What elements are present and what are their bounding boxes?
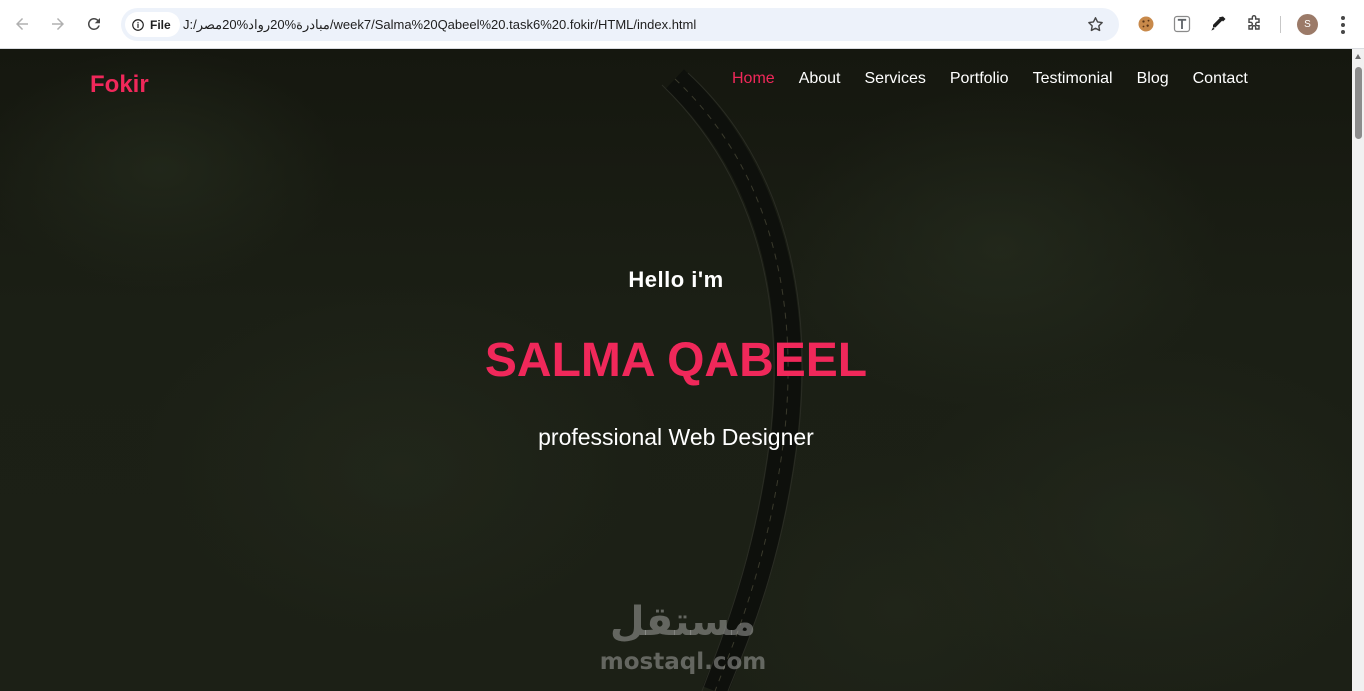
scrollbar-thumb[interactable] [1355, 67, 1362, 139]
watermark-arabic: مستقل [609, 599, 757, 645]
site-info-label: File [150, 17, 171, 32]
nav-link-services[interactable]: Services [865, 69, 926, 89]
browser-toolbar: File J:/مبادرة%20رواد%20مصر/week7/Salma%… [0, 0, 1364, 49]
font-extension-button[interactable] [1171, 13, 1193, 35]
back-arrow-icon [16, 18, 28, 30]
url-text[interactable]: J:/مبادرة%20رواد%20مصر/week7/Salma%20Qab… [183, 8, 696, 41]
watermark-latin: mostaql.com [599, 649, 767, 675]
cookie-extension-button[interactable] [1135, 13, 1157, 35]
eyedropper-icon [1211, 16, 1226, 31]
profile-avatar[interactable]: S [1297, 14, 1318, 35]
nav-link-about[interactable]: About [799, 69, 841, 89]
kebab-menu-icon[interactable] [1335, 14, 1351, 36]
extensions-button[interactable] [1243, 13, 1265, 35]
text-font-icon [1173, 15, 1191, 33]
vertical-scrollbar[interactable] [1352, 49, 1364, 691]
nav-link-portfolio[interactable]: Portfolio [950, 69, 1009, 89]
info-icon [132, 18, 144, 31]
nav-link-testimonial[interactable]: Testimonial [1033, 69, 1113, 89]
reload-button[interactable] [80, 10, 108, 38]
toolbar-separator [1280, 16, 1281, 33]
scroll-up-arrow-icon[interactable] [1354, 53, 1362, 61]
reload-icon [87, 17, 100, 30]
site-info-chip[interactable]: File [125, 12, 180, 37]
hero-name: SALMA QABEEL [484, 334, 868, 387]
forward-button[interactable] [44, 10, 72, 38]
site-navigation: Home About Services Portfolio Testimonia… [732, 69, 1248, 89]
page-viewport: Fokir Home About Services Portfolio Test… [0, 49, 1364, 691]
star-icon[interactable] [1086, 15, 1105, 34]
site-logo[interactable]: Fokir [90, 71, 149, 99]
hero-role: professional Web Designer [538, 424, 814, 450]
back-button[interactable] [8, 10, 36, 38]
eyedropper-extension-button[interactable] [1207, 13, 1229, 35]
puzzle-icon [1248, 15, 1260, 30]
address-bar[interactable]: File J:/مبادرة%20رواد%20مصر/week7/Salma%… [121, 8, 1119, 41]
hero-greeting: Hello i'm [628, 267, 724, 292]
forward-arrow-icon [52, 18, 64, 30]
nav-link-contact[interactable]: Contact [1193, 69, 1248, 89]
nav-link-blog[interactable]: Blog [1137, 69, 1169, 89]
nav-link-home[interactable]: Home [732, 69, 775, 89]
cookie-icon [1138, 16, 1154, 32]
